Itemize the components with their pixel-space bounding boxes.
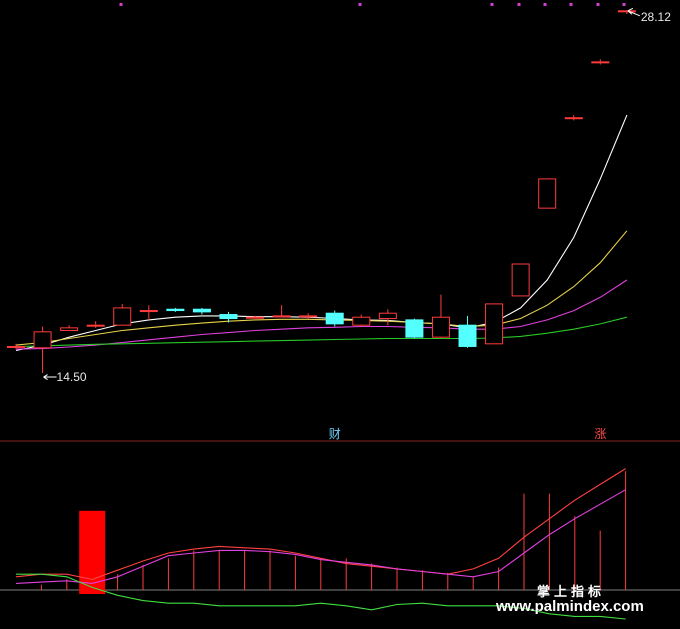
candle-body [538, 178, 557, 209]
candle-body [192, 308, 211, 313]
candle-body [591, 61, 610, 64]
top-dot [569, 3, 573, 6]
candle-body [485, 303, 504, 345]
candle [405, 318, 424, 339]
candle-body [352, 316, 371, 326]
candle-body [272, 315, 291, 318]
stock-chart: 28.12 14.50 财 涨 掌上指标 www.palmindex.com [0, 0, 680, 629]
top-dot [622, 3, 626, 6]
low-price-text: 14.50 [57, 370, 87, 384]
candle [325, 310, 344, 327]
candle-body [325, 312, 344, 325]
candle-body [378, 312, 397, 320]
candle [538, 178, 557, 209]
top-dot [517, 3, 521, 6]
watermark-title: 掌上指标 [537, 584, 605, 599]
event-marker: 财 [329, 427, 341, 441]
candle-body [7, 345, 25, 348]
candle-body [617, 10, 636, 13]
candle-body [139, 310, 158, 313]
candle-body [246, 316, 265, 319]
candle-body [60, 327, 79, 332]
candle-body [458, 324, 477, 347]
candle-body [405, 319, 424, 338]
candle-body [431, 316, 450, 338]
candle-body [299, 315, 318, 318]
candle-body [166, 308, 185, 312]
top-dot [119, 3, 123, 6]
top-dot [490, 3, 494, 6]
candle-body [33, 331, 52, 349]
candle-body [219, 314, 238, 320]
top-dot [543, 3, 547, 6]
candle [511, 263, 530, 297]
high-price-text: 28.12 [641, 10, 671, 24]
candle-body [511, 263, 530, 297]
candle-body [564, 117, 583, 120]
top-dot [596, 3, 600, 6]
event-marker: 涨 [594, 426, 606, 441]
candle-body [113, 307, 132, 326]
candle [485, 303, 504, 345]
top-dot [358, 3, 362, 6]
watermark-url: www.palmindex.com [495, 598, 644, 615]
candle-body [86, 324, 105, 327]
